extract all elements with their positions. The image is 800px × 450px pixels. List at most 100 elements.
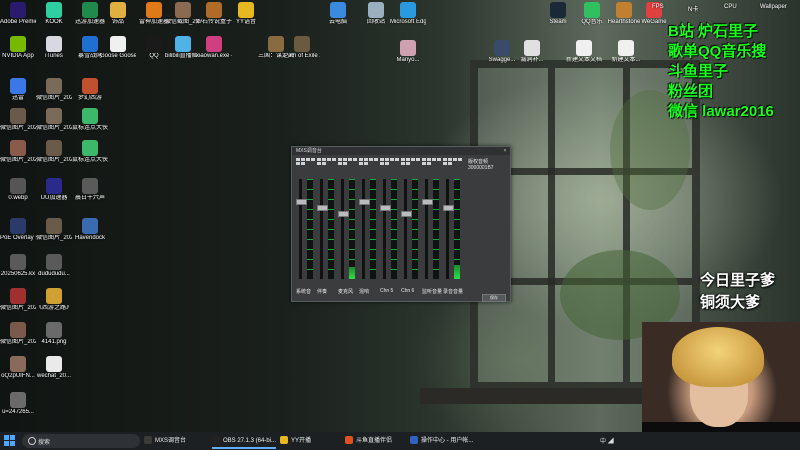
image-icon [10,178,26,194]
taskbar-app-label: YY开播 [291,438,312,444]
taskbar-tray[interactable]: 中 ◢ [600,436,614,445]
desktop-icon[interactable]: Steam [540,2,576,26]
fader-knob[interactable] [422,199,433,205]
fader-track[interactable] [422,179,433,279]
mixer-channel[interactable] [380,157,400,287]
fader-track[interactable] [317,179,328,279]
mixer-channel[interactable] [401,157,421,287]
desktop-icon[interactable]: 《西游之路》Pacman版 - 双光... [36,288,72,312]
desktop-icon[interactable]: 云电脑 [320,2,356,26]
mixer-save-button[interactable]: 保存 [482,294,506,302]
desktop-icon[interactable]: 4141.png [36,322,72,346]
desktop-icon[interactable]: 迅雷 [0,78,36,102]
fader-knob[interactable] [338,211,349,217]
search-icon [28,437,36,445]
desktop-icon[interactable]: UU加速器 [36,178,72,202]
desktop-icon[interactable]: 鼠标连点大侠 [72,140,108,164]
mixer-channel[interactable] [317,157,337,287]
desktop-icon[interactable]: KOOK [36,2,72,26]
mixer-channel[interactable] [359,157,379,287]
wallpaper-icon[interactable]: Wallpaper [760,4,787,10]
fps-icon[interactable]: FPS [652,4,664,10]
desktop-icon[interactable]: PoE Overlay II Standal... [0,218,36,242]
desktop-icon[interactable]: wechat_20... [36,356,72,380]
taskbar-app[interactable]: YY开播 [280,433,311,449]
fader-track[interactable] [380,179,391,279]
desktop-icon[interactable]: u=247265... [0,392,36,416]
desktop-icon[interactable]: 微信图片_2025071... [36,218,72,242]
mixer-channel[interactable] [422,157,442,287]
desktop-icon[interactable]: Manyo... [390,40,426,64]
desktop-icon[interactable]: 漏洞补... [514,40,550,64]
desktop-icon[interactable]: iTunes [36,36,72,60]
poe-icon [294,36,310,52]
desktop-icon[interactable]: oQ2pUIFN... [0,356,36,380]
desktop-icon[interactable]: 新建文本... [608,40,644,64]
mixer-channel[interactable] [296,157,316,287]
fader-track[interactable] [443,179,454,279]
desktop-icon[interactable]: 炉石传说盒子 [196,2,232,26]
mixer-channel[interactable] [338,157,358,287]
desktop-icon[interactable]: Path of Exile 2 [284,36,320,60]
desktop-icon[interactable]: Adobe Premie... [0,2,36,26]
image-icon [46,140,62,156]
fader-track[interactable] [359,179,370,279]
desktop-icon[interactable]: 鼠标连点大侠 [72,108,108,132]
desktop-icon[interactable]: 微信图片_2025072... [0,140,36,164]
search-input[interactable]: 搜索 [38,437,50,446]
desktop-icon[interactable]: 微信图片_2025072... [0,108,36,132]
desktop-icon[interactable]: NVIDIA App [0,36,36,60]
desktop-icon[interactable]: 饰品 [100,2,136,26]
desktop-icon[interactable]: Goose Goose Duck [100,36,136,60]
desktop-icon[interactable]: 晨日十六声 [72,178,108,202]
channel-buttons[interactable] [380,157,400,175]
desktop-icon[interactable]: 回收站 [358,2,394,26]
desktop-icon[interactable]: 新建文本文档.txt [566,40,602,64]
fader-knob[interactable] [317,205,328,211]
channel-buttons[interactable] [359,157,379,175]
desktop-icon[interactable]: 微信图片_2025091... [0,322,36,346]
fader-track[interactable] [296,179,307,279]
desktop-icon[interactable]: 0.webp [0,178,36,202]
desktop-icon[interactable]: xiaowan.exe - 快捷方式 [196,36,232,60]
desktop-icon[interactable]: QQ音乐 [574,2,610,26]
fader-track[interactable] [338,179,349,279]
desktop-icon[interactable]: 微信图片_2025072... [36,78,72,102]
taskbar-app[interactable]: OBS 27.1.3 (64-bi... [212,433,277,449]
desktop-icon[interactable]: dudududu... [36,254,72,278]
desktop-icon-label: Path of Exile 2 [284,53,320,59]
desktop-icon[interactable]: Microsoft Edge [390,2,426,26]
desktop-icon[interactable]: YY语音 [228,2,264,26]
desktop-icon[interactable]: 微信图片_2025072... [36,140,72,164]
taskbar-app[interactable]: MXS调音台 [144,433,186,449]
fader-knob[interactable] [401,211,412,217]
mixer-channel[interactable] [443,157,463,287]
channel-buttons[interactable] [296,157,316,175]
fader-track[interactable] [401,179,412,279]
fader-knob[interactable] [359,199,370,205]
battlenet-icon [82,36,98,52]
desktop-icon[interactable]: 20250625.kx [0,254,36,278]
channel-buttons[interactable] [401,157,421,175]
desktop-icon[interactable]: 梦幻西游 [72,78,108,102]
fader-knob[interactable] [380,205,391,211]
fader-knob[interactable] [443,205,454,211]
desktop-icon[interactable]: 微信图片_2025072... [36,108,72,132]
cpu-icon[interactable]: CPU [724,4,737,10]
taskbar-app[interactable]: 操作中心 - 用户帐... [410,433,473,449]
taskbar-app[interactable]: 斗鱼直播伴侣 [345,433,392,449]
channel-buttons[interactable] [338,157,358,175]
desktop-icon[interactable]: Havendock [72,218,108,242]
close-icon[interactable]: × [502,148,508,154]
channel-buttons[interactable] [317,157,337,175]
desktop-icon-label: Goose Goose Duck [100,53,136,59]
mixer-title[interactable]: MXS调音台 [292,147,510,155]
taskbar-search[interactable]: 搜索 [22,434,140,448]
channel-buttons[interactable] [422,157,442,175]
desktop-icon[interactable]: 微信图片_2025062... [0,288,36,312]
fader-knob[interactable] [296,199,307,205]
windows-start-icon[interactable] [4,435,16,447]
nvidia-tray-icon[interactable]: N卡 [688,4,698,13]
mixer-window[interactable]: MXS调音台 × 系统音 伴奏 麦克风 混响 Chn 5 Chn 6 监听音量 录音音量 版权… [291,146,511,302]
channel-buttons[interactable] [443,157,463,175]
